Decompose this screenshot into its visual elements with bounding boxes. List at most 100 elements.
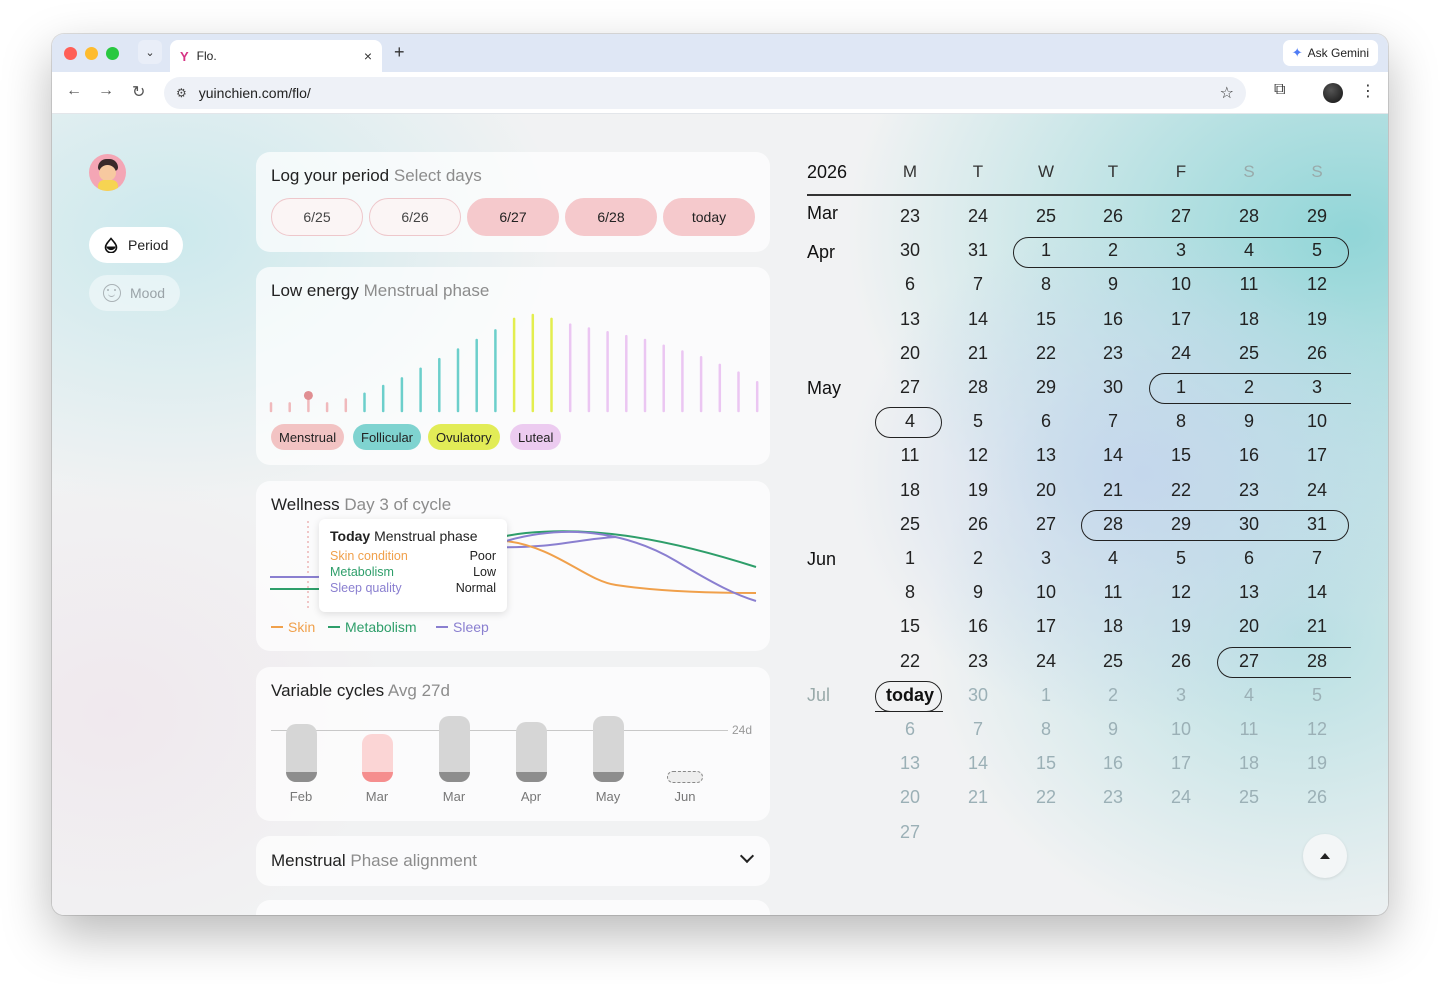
calendar-day[interactable]: 12	[1290, 719, 1344, 740]
calendar-day[interactable]: 14	[951, 753, 1005, 774]
calendar-day[interactable]: 2	[1086, 240, 1140, 261]
calendar-day[interactable]: 17	[1290, 445, 1344, 466]
forward-arrow-icon[interactable]: →	[98, 82, 114, 100]
cycle-bar[interactable]	[516, 722, 547, 782]
calendar-day[interactable]: 12	[951, 445, 1005, 466]
browser-menu-kebab-icon[interactable]: ⋮	[1360, 81, 1376, 101]
calendar-day[interactable]: 10	[1154, 719, 1208, 740]
day-pill-today[interactable]: today	[663, 198, 755, 236]
calendar-day[interactable]: 17	[1154, 753, 1208, 774]
chevron-down-icon[interactable]	[739, 848, 755, 864]
calendar-day[interactable]: 27	[1222, 651, 1276, 672]
calendar-day[interactable]: 8	[1019, 274, 1073, 295]
minimize-window-button[interactable]	[85, 47, 98, 60]
calendar-day[interactable]: 27	[1019, 514, 1073, 535]
calendar-day[interactable]: 11	[1222, 719, 1276, 740]
calendar-day[interactable]: 2	[1222, 377, 1276, 398]
back-arrow-icon[interactable]: ←	[66, 82, 82, 100]
calendar-day[interactable]: 4	[1222, 240, 1276, 261]
calendar-day[interactable]: 6	[1222, 548, 1276, 569]
sidebar-item-period[interactable]: Period	[89, 227, 184, 263]
calendar-day[interactable]: 7	[1086, 411, 1140, 432]
calendar-day[interactable]: 3	[1019, 548, 1073, 569]
cycle-bar[interactable]	[286, 724, 317, 782]
calendar-day[interactable]: 6	[1019, 411, 1073, 432]
calendar-day[interactable]: 15	[1154, 445, 1208, 466]
zoom-window-button[interactable]	[106, 47, 119, 60]
calendar-day[interactable]: 5	[1154, 548, 1208, 569]
calendar-day[interactable]: 31	[951, 240, 1005, 261]
calendar-day[interactable]: 23	[1222, 480, 1276, 501]
calendar-day[interactable]: 9	[1086, 719, 1140, 740]
calendar-day[interactable]: 14	[1086, 445, 1140, 466]
calendar-day[interactable]: 23	[951, 651, 1005, 672]
browser-tab[interactable]: Y Flo. ×	[170, 40, 382, 72]
calendar-day[interactable]: 24	[1290, 480, 1344, 501]
calendar-day[interactable]: 29	[1019, 377, 1073, 398]
calendar-day[interactable]: 8	[883, 582, 937, 603]
calendar-day[interactable]: 19	[1154, 616, 1208, 637]
calendar-day[interactable]: 19	[1290, 309, 1344, 330]
tab-search-chevron-down-icon[interactable]: ⌄	[138, 40, 162, 64]
ask-gemini-button[interactable]: ✦ Ask Gemini	[1282, 40, 1378, 66]
calendar-day[interactable]: 26	[951, 514, 1005, 535]
phase-alignment-card[interactable]: Menstrual Phase alignment	[256, 836, 770, 886]
calendar-day[interactable]: 30	[883, 240, 937, 261]
calendar-day[interactable]: 7	[1290, 548, 1344, 569]
calendar-day[interactable]: 22	[1019, 787, 1073, 808]
calendar-day[interactable]: 22	[1154, 480, 1208, 501]
calendar-day[interactable]: 22	[1019, 343, 1073, 364]
calendar-day[interactable]: 9	[1086, 274, 1140, 295]
cycle-bar[interactable]	[439, 716, 470, 782]
calendar-day[interactable]: 26	[1290, 787, 1344, 808]
calendar-day[interactable]: 16	[1086, 753, 1140, 774]
calendar-day[interactable]: 28	[951, 377, 1005, 398]
calendar-day[interactable]: 15	[1019, 309, 1073, 330]
calendar-day[interactable]: 25	[1086, 651, 1140, 672]
calendar-day[interactable]: 16	[1086, 309, 1140, 330]
calendar-day[interactable]: 23	[1086, 787, 1140, 808]
calendar-day[interactable]: 1	[1019, 240, 1073, 261]
calendar-day[interactable]: 25	[1222, 343, 1276, 364]
calendar-day[interactable]: 21	[951, 343, 1005, 364]
calendar-day[interactable]: 27	[1154, 206, 1208, 227]
close-window-button[interactable]	[64, 47, 77, 60]
calendar-day[interactable]: 31	[1290, 514, 1344, 535]
calendar-day[interactable]: 27	[883, 822, 937, 843]
calendar-day[interactable]: 12	[1290, 274, 1344, 295]
calendar-day[interactable]: 18	[1222, 309, 1276, 330]
calendar-day[interactable]: 1	[1019, 685, 1073, 706]
calendar-day[interactable]: 21	[1290, 616, 1344, 637]
calendar-day[interactable]: 15	[1019, 753, 1073, 774]
calendar-day[interactable]: 10	[1290, 411, 1344, 432]
calendar-day[interactable]: 12	[1154, 582, 1208, 603]
calendar-day[interactable]: 21	[1086, 480, 1140, 501]
calendar-day[interactable]: 20	[883, 343, 937, 364]
calendar-day[interactable]: 30	[1222, 514, 1276, 535]
calendar-day[interactable]: 17	[1154, 309, 1208, 330]
bookmark-star-icon[interactable]: ☆	[1220, 83, 1234, 103]
calendar-day[interactable]: 24	[1154, 343, 1208, 364]
calendar-day[interactable]: 13	[883, 309, 937, 330]
close-tab-icon[interactable]: ×	[364, 48, 372, 64]
calendar-day[interactable]: 20	[1019, 480, 1073, 501]
calendar-day[interactable]: 13	[1019, 445, 1073, 466]
calendar-day[interactable]: 2	[1086, 685, 1140, 706]
calendar-day[interactable]: 5	[1290, 240, 1344, 261]
calendar-day[interactable]: 4	[1222, 685, 1276, 706]
calendar-day[interactable]: 18	[1222, 753, 1276, 774]
profile-avatar-icon[interactable]	[1323, 83, 1343, 103]
calendar-day[interactable]: 22	[883, 651, 937, 672]
calendar-day[interactable]: 19	[951, 480, 1005, 501]
address-bar[interactable]: ⚙ yuinchien.com/flo/ ☆	[164, 77, 1246, 109]
calendar-day[interactable]: 13	[1222, 582, 1276, 603]
calendar-day[interactable]: 10	[1154, 274, 1208, 295]
calendar-day[interactable]: 4	[1086, 548, 1140, 569]
calendar-day[interactable]: 26	[1290, 343, 1344, 364]
calendar-day[interactable]: 4	[883, 411, 937, 432]
calendar-day[interactable]: 1	[883, 548, 937, 569]
calendar-day[interactable]: 25	[1222, 787, 1276, 808]
calendar-day[interactable]: 11	[883, 445, 937, 466]
calendar-day[interactable]: 8	[1154, 411, 1208, 432]
url-text[interactable]: yuinchien.com/flo/	[199, 85, 311, 101]
